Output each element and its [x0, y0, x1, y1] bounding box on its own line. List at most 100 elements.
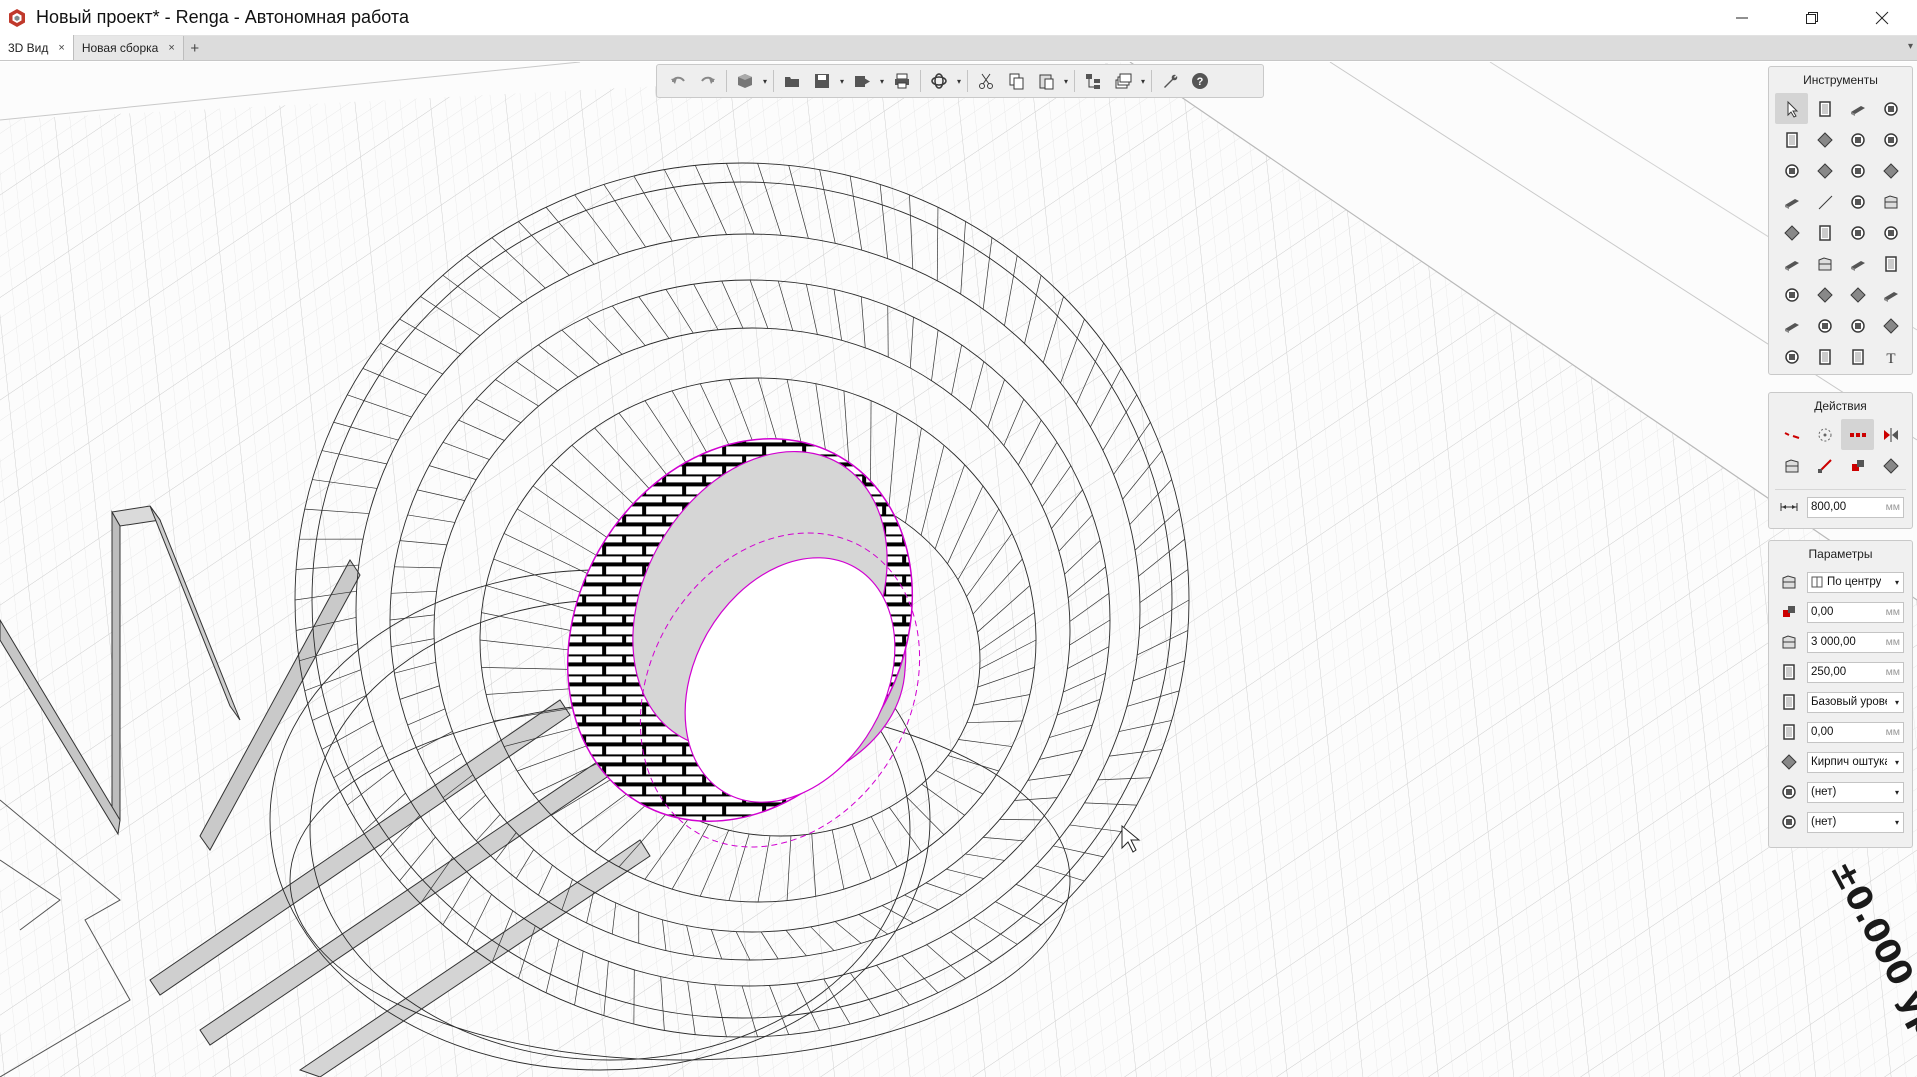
- tool-door[interactable]: [1841, 155, 1874, 186]
- tool-mirror[interactable]: [1874, 419, 1907, 450]
- tool-line[interactable]: [1808, 186, 1841, 217]
- tool-equipment[interactable]: [1841, 186, 1874, 217]
- tool-outlet[interactable]: [1874, 279, 1907, 310]
- tool-panel[interactable]: [1841, 310, 1874, 341]
- paste-button[interactable]: [1031, 67, 1061, 95]
- tool-duct[interactable]: [1775, 217, 1808, 248]
- tool-trim[interactable]: [1874, 450, 1907, 481]
- param-select[interactable]: Кирпич оштукатуренный ▾: [1807, 751, 1904, 773]
- tool-rotate[interactable]: [1808, 419, 1841, 450]
- tool-hatch[interactable]: [1841, 341, 1874, 372]
- help-button[interactable]: ?: [1185, 67, 1215, 95]
- chevron-down-icon[interactable]: ▾: [1061, 67, 1071, 95]
- thickness-icon: [1777, 661, 1801, 683]
- restore-icon: [1806, 12, 1818, 24]
- parameters-panel: Параметры По центру ▾ 0,00 мм 3 000,00 мм 250,…: [1768, 540, 1913, 848]
- tab-overflow-chevron-icon[interactable]: ▾: [1908, 41, 1913, 52]
- param-input[interactable]: 250,00 мм: [1807, 661, 1904, 683]
- param-input[interactable]: 3 000,00 мм: [1807, 631, 1904, 653]
- minimize-button[interactable]: [1707, 0, 1777, 36]
- tool-copy-array[interactable]: [1841, 419, 1874, 450]
- param-unit: мм: [1885, 666, 1900, 678]
- tab-3d-view[interactable]: 3D Вид ×: [0, 35, 74, 60]
- tool-text[interactable]: T: [1874, 341, 1907, 372]
- tool-valve[interactable]: [1841, 217, 1874, 248]
- equipment-icon: [1850, 194, 1865, 209]
- param-input[interactable]: 0,00 мм: [1807, 721, 1904, 743]
- 3d-viewport[interactable]: ±0.000 уро: [0, 62, 1917, 1077]
- tab-close-icon[interactable]: ×: [168, 42, 174, 54]
- tab-close-icon[interactable]: ×: [58, 42, 64, 54]
- print-button[interactable]: [887, 67, 917, 95]
- tool-room[interactable]: [1775, 310, 1808, 341]
- close-window-button[interactable]: [1847, 0, 1917, 36]
- tool-fitting[interactable]: [1808, 217, 1841, 248]
- chevron-down-icon[interactable]: ▾: [837, 67, 847, 95]
- tool-accessory[interactable]: [1874, 217, 1907, 248]
- view-cube-button[interactable]: [730, 67, 760, 95]
- tool-ramp[interactable]: [1808, 155, 1841, 186]
- tool-column[interactable]: [1874, 93, 1907, 124]
- tool-select[interactable]: [1775, 93, 1808, 124]
- tool-beam[interactable]: [1874, 124, 1907, 155]
- distance-input[interactable]: 800,00 мм: [1807, 496, 1904, 518]
- chevron-down-icon[interactable]: ▾: [877, 67, 887, 95]
- 3d-scene[interactable]: ±0.000 уро: [0, 62, 1917, 1077]
- layers-button[interactable]: [1108, 67, 1138, 95]
- switch-icon: [1849, 286, 1866, 303]
- param-select[interactable]: По центру ▾: [1807, 571, 1904, 593]
- tool-window[interactable]: [1874, 155, 1907, 186]
- copy-button[interactable]: [1001, 67, 1031, 95]
- export-button[interactable]: [847, 67, 877, 95]
- tool-dimension[interactable]: [1775, 341, 1808, 372]
- tool-align[interactable]: [1775, 450, 1808, 481]
- add-tab-button[interactable]: +: [184, 36, 206, 60]
- tool-floor[interactable]: [1775, 124, 1808, 155]
- tool-pump[interactable]: [1775, 248, 1808, 279]
- tool-leader[interactable]: [1808, 341, 1841, 372]
- param-select[interactable]: (нет) ▾: [1807, 781, 1904, 803]
- tool-tank[interactable]: [1808, 248, 1841, 279]
- chevron-down-icon[interactable]: ▾: [954, 67, 964, 95]
- tool-isolation[interactable]: [1808, 310, 1841, 341]
- tool-elbow[interactable]: [1874, 248, 1907, 279]
- hierarchy-button[interactable]: [1078, 67, 1108, 95]
- undo-button[interactable]: [663, 67, 693, 95]
- open-folder-button[interactable]: [777, 67, 807, 95]
- redo-button[interactable]: [693, 67, 723, 95]
- svg-text:?: ?: [1197, 76, 1204, 88]
- tool-pipe[interactable]: [1874, 186, 1907, 217]
- param-input[interactable]: 0,00 мм: [1807, 601, 1904, 623]
- tool-wall[interactable]: [1841, 93, 1874, 124]
- tool-slab[interactable]: [1808, 124, 1841, 155]
- param-value: 0,00: [1811, 726, 1834, 738]
- tool-stair[interactable]: [1775, 155, 1808, 186]
- settings-wrench-button[interactable]: [1155, 67, 1185, 95]
- tool-scale[interactable]: [1808, 450, 1841, 481]
- tool-roof[interactable]: [1841, 124, 1874, 155]
- tool-lamp[interactable]: [1808, 279, 1841, 310]
- tool-move[interactable]: [1775, 419, 1808, 450]
- height-icon: [1777, 631, 1801, 653]
- tool-fan[interactable]: [1841, 248, 1874, 279]
- tool-element[interactable]: [1874, 310, 1907, 341]
- tab-new-assembly[interactable]: Новая сборка ×: [73, 36, 184, 60]
- restore-button[interactable]: [1777, 0, 1847, 36]
- chevron-down-icon[interactable]: ▾: [1138, 67, 1148, 95]
- param-select[interactable]: Базовый уровень ▾: [1807, 691, 1904, 713]
- tool-terminal[interactable]: [1775, 279, 1808, 310]
- tool-switch[interactable]: [1841, 279, 1874, 310]
- tool-offset[interactable]: [1841, 450, 1874, 481]
- text-icon: T: [1886, 351, 1895, 366]
- tool-assembly[interactable]: [1808, 93, 1841, 124]
- orbit-button[interactable]: [924, 67, 954, 95]
- save-button[interactable]: [807, 67, 837, 95]
- cut-button[interactable]: [971, 67, 1001, 95]
- chevron-down-icon: ▾: [1894, 817, 1899, 827]
- line-icon: [1818, 195, 1832, 209]
- param-select[interactable]: (нет) ▾: [1807, 811, 1904, 833]
- close-icon: [1875, 11, 1889, 25]
- offset-icon: [1777, 601, 1801, 623]
- tool-railing[interactable]: [1775, 186, 1808, 217]
- chevron-down-icon[interactable]: ▾: [760, 67, 770, 95]
